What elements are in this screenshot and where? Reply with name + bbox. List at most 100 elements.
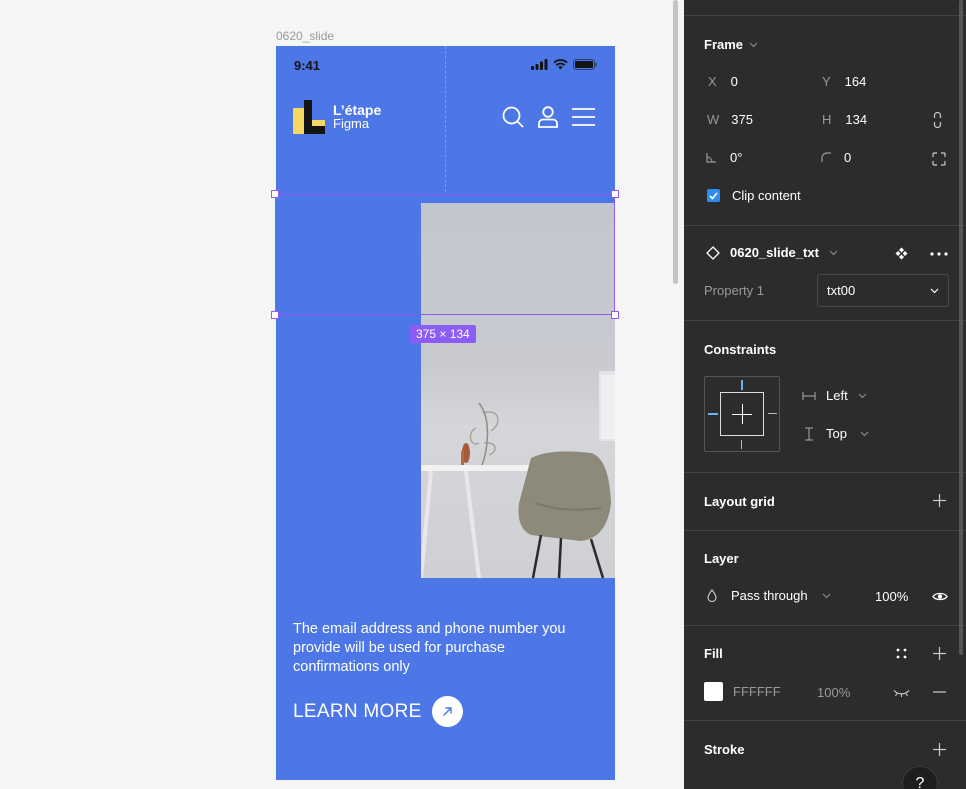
property-value: txt00 [827,283,856,298]
clip-content-toggle[interactable]: Clip content [707,188,801,203]
constraint-bottom-bar[interactable] [741,440,742,449]
frame-header[interactable]: Frame [704,37,758,52]
phone-frame[interactable]: 9:41 L’étape Figma The email address and… [276,46,615,780]
component-name: 0620_slide_txt [730,245,819,260]
learn-more-label: LEARN MORE [293,700,422,722]
learn-more-button[interactable]: LEARN MORE [293,696,463,727]
design-canvas[interactable]: 0620_slide 9:41 L’étape Figma The email … [0,0,672,789]
size-badge: 375 × 134 [410,325,476,343]
chevron-down-icon [858,393,867,398]
stroke-title: Stroke [704,742,745,757]
minus-icon[interactable] [933,691,946,693]
corner-radius-field[interactable]: 0 [821,150,851,165]
component-icon [706,245,720,260]
w-field[interactable]: W 375 [707,112,753,127]
brand-logo[interactable]: L’étape Figma [293,100,381,134]
frame-title: Frame [704,37,744,52]
plus-icon[interactable] [933,743,946,756]
logo-mark-icon [293,100,325,134]
layout-grid-section: Layout grid [684,472,966,530]
more-icon[interactable] [930,252,948,256]
x-label: X [708,74,717,89]
w-label: W [707,112,720,127]
resize-handle-top-right[interactable] [611,190,619,198]
user-icon[interactable] [538,106,558,128]
layout-grid-title: Layout grid [704,494,775,509]
constraint-top-bar[interactable] [741,380,743,390]
blend-mode-value: Pass through [731,588,808,603]
fill-row[interactable]: FFFFFF [704,682,781,701]
horizontal-constraint-dropdown[interactable]: Left [802,388,867,403]
chevron-down-icon [860,431,869,436]
chevron-down-icon [829,250,838,255]
grid-dots-icon[interactable] [896,648,907,659]
eye-icon[interactable] [932,591,948,602]
fill-color-swatch[interactable] [704,682,723,701]
independent-corners-icon[interactable] [932,152,946,166]
w-value[interactable]: 375 [731,112,753,127]
constraint-widget[interactable] [704,376,780,452]
plus-icon[interactable] [933,647,946,660]
rotation-value[interactable]: 0° [730,150,742,165]
canvas-scrollbar-thumb[interactable] [673,0,678,284]
component-header[interactable]: 0620_slide_txt [706,245,838,260]
status-time: 9:41 [294,58,321,73]
arrow-up-right-icon [431,696,463,727]
h-value[interactable]: 134 [845,112,867,127]
body-text: The email address and phone number you p… [293,621,566,675]
horizontal-constraint-icon [802,391,816,400]
layer-title: Layer [704,551,739,566]
y-label: Y [822,74,831,89]
vertical-constraint-dropdown[interactable]: Top [805,426,869,441]
layer-section: Layer Pass through 100% [684,530,966,625]
panel-scrollbar-thumb[interactable] [959,0,963,655]
rotation-icon [706,153,716,163]
frame-section: Frame X 0 Y 164 W 375 H 134 0° 0 Clip co… [684,15,966,225]
properties-panel: Frame X 0 Y 164 W 375 H 134 0° 0 Clip co… [684,0,966,789]
h-field[interactable]: H 134 [822,112,867,127]
chevron-down-icon [749,42,758,47]
resize-handle-top-left[interactable] [271,190,279,198]
fill-section: Fill FFFFFF 100% [684,625,966,720]
layer-opacity[interactable]: 100% [875,589,908,604]
property-select[interactable]: txt00 [817,274,949,307]
go-to-main-component-icon[interactable] [895,247,908,260]
menu-icon[interactable] [572,108,595,126]
eye-closed-icon[interactable] [893,689,910,697]
rotation-field[interactable]: 0° [706,150,742,165]
selection-box[interactable] [271,190,619,319]
clip-content-label: Clip content [732,188,801,203]
x-field[interactable]: X 0 [708,74,738,89]
header-actions [502,106,595,128]
fill-opacity[interactable]: 100% [817,685,850,700]
search-icon[interactable] [502,106,524,128]
blend-drop-icon [707,589,717,602]
fill-title: Fill [704,646,723,661]
blend-mode-dropdown[interactable]: Pass through [707,588,831,603]
resize-handle-bottom-left[interactable] [271,311,279,319]
guide-line [445,46,446,192]
status-icons [531,59,597,70]
x-value[interactable]: 0 [731,74,738,89]
corner-radius-icon [821,152,831,162]
fill-hex[interactable]: FFFFFF [733,684,781,699]
y-field[interactable]: Y 164 [822,74,866,89]
plus-icon[interactable] [933,494,946,507]
constraint-inner-box[interactable] [720,392,764,436]
constraints-title: Constraints [704,342,777,357]
h-label: H [822,112,832,127]
horizontal-constraint-value: Left [826,388,848,403]
brand-name: L’étape [333,102,382,118]
brand-subtitle: Figma [333,116,370,131]
constrain-proportions-icon[interactable] [933,112,942,128]
chevron-down-icon [930,288,939,293]
clip-checkbox[interactable] [707,189,720,202]
corner-radius-value[interactable]: 0 [844,150,851,165]
chevron-down-icon [822,593,831,598]
signal-icon [531,59,548,70]
constraint-left-bar[interactable] [708,413,718,415]
y-value[interactable]: 164 [845,74,867,89]
frame-label[interactable]: 0620_slide [276,29,334,43]
resize-handle-bottom-right[interactable] [611,311,619,319]
constraint-right-bar[interactable] [768,413,777,414]
